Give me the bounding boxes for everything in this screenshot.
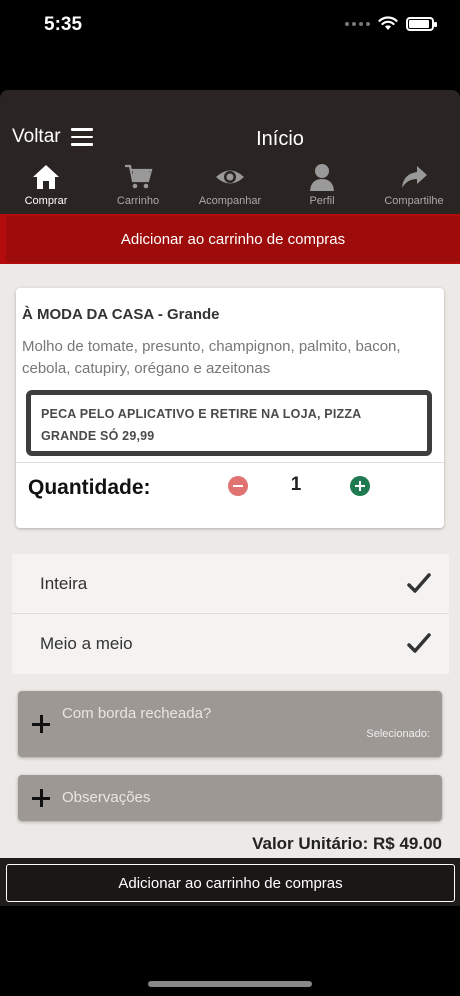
cart-icon xyxy=(125,164,153,189)
quantity-value: 1 xyxy=(290,474,302,495)
add-to-cart-banner[interactable]: Adicionar ao carrinho de compras xyxy=(6,216,460,262)
stuffed-crust-panel[interactable]: Com borda recheada? Selecionado: xyxy=(18,691,442,757)
unit-price: Valor Unitário: R$ 49.00 xyxy=(252,834,442,853)
checkmark-icon xyxy=(407,573,431,593)
battery-icon xyxy=(406,16,437,31)
promo-box: PECA PELO APLICATIVO E RETIRE NA LOJA, P… xyxy=(26,390,432,456)
add-to-cart-button[interactable]: Adicionar ao carrinho de compras xyxy=(6,864,455,902)
person-icon xyxy=(310,164,334,191)
tab-carrinho[interactable]: Carrinho xyxy=(92,162,184,210)
tab-label: Carrinho xyxy=(116,195,160,207)
stuffed-crust-label: Com borda recheada? xyxy=(62,705,212,722)
page-title: Início xyxy=(256,128,304,150)
home-indicator xyxy=(148,981,312,987)
notes-label: Observações xyxy=(62,789,151,806)
notes-panel[interactable]: Observações xyxy=(18,775,442,821)
tab-label: Perfil xyxy=(309,195,335,207)
option-label: Inteira xyxy=(40,573,88,593)
status-bar: 5:35 xyxy=(0,0,460,50)
option-inteira[interactable]: Inteira xyxy=(12,554,449,614)
share-icon xyxy=(402,166,427,188)
selected-label: Selecionado: xyxy=(366,728,430,740)
tab-label: Comprar xyxy=(24,195,68,207)
tab-label: Acompanhar xyxy=(198,195,262,207)
tab-acompanhar[interactable]: Acompanhar xyxy=(184,162,276,210)
divider xyxy=(16,462,444,463)
status-icons xyxy=(345,16,437,31)
tab-comprar[interactable]: Comprar xyxy=(0,162,92,210)
eye-icon xyxy=(216,170,244,184)
tab-compartilhe[interactable]: Compartilhe xyxy=(368,162,460,210)
quantity-label: Quantidade: xyxy=(28,476,151,499)
size-option-list: Inteira Meio a meio xyxy=(12,554,449,674)
decrease-quantity-button[interactable] xyxy=(228,476,248,496)
checkmark-icon xyxy=(407,633,431,653)
option-meio-a-meio[interactable]: Meio a meio xyxy=(12,614,449,674)
wifi-icon xyxy=(378,16,398,30)
plus-icon xyxy=(32,789,50,807)
tab-bar: Comprar Carrinho Acompanhar Perfil Compa… xyxy=(0,162,460,210)
signal-icon xyxy=(345,21,370,26)
tab-perfil[interactable]: Perfil xyxy=(276,162,368,210)
product-card: À MODA DA CASA - Grande Molho de tomate,… xyxy=(16,288,444,528)
option-label: Meio a meio xyxy=(40,634,133,653)
product-title: À MODA DA CASA - Grande xyxy=(22,306,220,323)
tab-label: Compartilhe xyxy=(384,195,444,207)
status-spacer xyxy=(0,50,460,90)
promo-text: PECA PELO APLICATIVO E RETIRE NA LOJA, P… xyxy=(41,407,361,443)
increase-quantity-button[interactable] xyxy=(350,476,370,496)
navbar: Voltar Início Comprar Carrinho Acompanha… xyxy=(0,90,460,214)
home-icon xyxy=(33,165,59,189)
status-time: 5:35 xyxy=(44,14,83,35)
product-description: Molho de tomate, presunto, champignon, p… xyxy=(22,338,401,377)
plus-icon xyxy=(32,715,50,733)
